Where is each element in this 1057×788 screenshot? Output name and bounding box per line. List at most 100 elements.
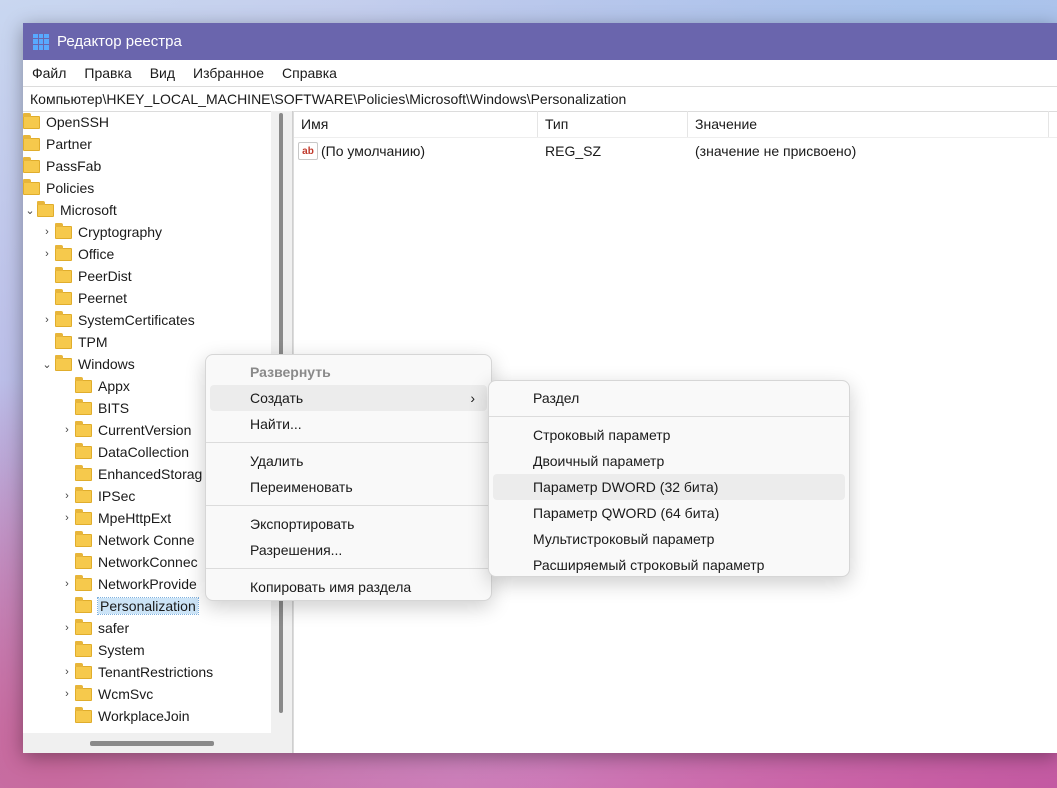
tree-item-tpm[interactable]: TPM	[23, 331, 271, 353]
value-data: (значение не присвоено)	[695, 143, 857, 159]
address-bar[interactable]: Компьютер\HKEY_LOCAL_MACHINE\SOFTWARE\Po…	[23, 86, 1057, 112]
menu-item-copy-key-name[interactable]: Копировать имя раздела	[210, 574, 487, 600]
tree-item-partner[interactable]: Partner	[23, 133, 271, 155]
chevron-right-icon[interactable]: ›	[59, 424, 75, 436]
folder-icon	[75, 464, 92, 481]
string-value-icon: ab	[298, 142, 318, 160]
menu-separator	[206, 505, 491, 506]
folder-icon	[23, 178, 40, 195]
column-header-name[interactable]: Имя	[294, 111, 538, 137]
tree-item-wcmsvc[interactable]: › WcmSvc	[23, 683, 271, 705]
chevron-down-icon[interactable]: ⌄	[23, 204, 37, 217]
folder-icon	[55, 310, 72, 327]
menu-separator	[206, 568, 491, 569]
title-bar: Редактор реестра	[23, 23, 1057, 60]
value-name: (По умолчанию)	[321, 143, 426, 159]
menu-item-find[interactable]: Найти...	[210, 411, 487, 437]
folder-icon	[75, 442, 92, 459]
folder-icon	[23, 156, 40, 173]
tree-item-peernet[interactable]: Peernet	[23, 287, 271, 309]
chevron-right-icon[interactable]: ›	[59, 688, 75, 700]
folder-icon	[23, 134, 40, 151]
submenu-item-expandable-string-value[interactable]: Расширяемый строковый параметр	[493, 552, 845, 578]
folder-icon	[55, 244, 72, 261]
tree-item-tenantrestrictions[interactable]: › TenantRestrictions	[23, 661, 271, 683]
menu-item-delete[interactable]: Удалить	[210, 448, 487, 474]
folder-icon	[75, 596, 92, 613]
submenu-item-multi-string-value[interactable]: Мультистроковый параметр	[493, 526, 845, 552]
folder-icon	[75, 640, 92, 657]
submenu-item-binary-value[interactable]: Двоичный параметр	[493, 448, 845, 474]
folder-icon	[55, 288, 72, 305]
menu-item-new[interactable]: Создать ›	[210, 385, 487, 411]
folder-icon	[55, 332, 72, 349]
column-header-value[interactable]: Значение	[688, 111, 1049, 137]
tree-item-office[interactable]: › Office	[23, 243, 271, 265]
folder-icon	[75, 530, 92, 547]
value-type: REG_SZ	[545, 143, 602, 159]
tree-item-safer[interactable]: › safer	[23, 617, 271, 639]
context-menu: Развернуть Создать › Найти... Удалить Пе…	[205, 354, 492, 601]
folder-icon	[55, 222, 72, 239]
chevron-right-icon: ›	[470, 390, 475, 406]
value-name-cell: ab (По умолчанию)	[294, 142, 538, 160]
folder-icon	[75, 420, 92, 437]
chevron-right-icon[interactable]: ›	[39, 226, 55, 238]
folder-icon	[75, 552, 92, 569]
menu-item-permissions[interactable]: Разрешения...	[210, 537, 487, 563]
chevron-down-icon[interactable]: ⌄	[39, 358, 55, 371]
chevron-right-icon[interactable]: ›	[59, 666, 75, 678]
folder-icon	[75, 398, 92, 415]
folder-icon	[75, 684, 92, 701]
submenu-item-qword-value[interactable]: Параметр QWORD (64 бита)	[493, 500, 845, 526]
folder-icon	[37, 200, 54, 217]
menu-separator	[206, 442, 491, 443]
tree-horizontal-scrollbar[interactable]	[23, 733, 271, 753]
tree-item-system[interactable]: System	[23, 639, 271, 661]
tree-item-openssh[interactable]: OpenSSH	[23, 111, 271, 133]
menu-bar: Файл Правка Вид Избранное Справка	[23, 60, 1057, 86]
folder-icon	[55, 354, 72, 371]
tree-item-passfab[interactable]: PassFab	[23, 155, 271, 177]
menu-separator	[489, 416, 849, 417]
menu-edit[interactable]: Правка	[75, 65, 140, 81]
folder-icon	[23, 112, 40, 129]
menu-item-rename[interactable]: Переименовать	[210, 474, 487, 500]
column-header-type[interactable]: Тип	[538, 111, 688, 137]
folder-icon	[75, 486, 92, 503]
folder-icon	[75, 376, 92, 393]
address-path: Компьютер\HKEY_LOCAL_MACHINE\SOFTWARE\Po…	[30, 91, 627, 107]
tree-item-cryptography[interactable]: › Cryptography	[23, 221, 271, 243]
menu-help[interactable]: Справка	[273, 65, 346, 81]
folder-icon	[75, 706, 92, 723]
tree-item-systemcertificates[interactable]: › SystemCertificates	[23, 309, 271, 331]
chevron-right-icon[interactable]: ›	[39, 248, 55, 260]
menu-file[interactable]: Файл	[23, 65, 75, 81]
folder-icon	[75, 574, 92, 591]
menu-item-new-label: Создать	[250, 390, 304, 406]
window-title: Редактор реестра	[57, 33, 182, 50]
chevron-right-icon[interactable]: ›	[59, 622, 75, 634]
chevron-right-icon[interactable]: ›	[59, 490, 75, 502]
value-row[interactable]: ab (По умолчанию) REG_SZ (значение не пр…	[294, 138, 1057, 164]
menu-favorites[interactable]: Избранное	[184, 65, 273, 81]
tree-item-peerdist[interactable]: PeerDist	[23, 265, 271, 287]
folder-icon	[75, 508, 92, 525]
folder-icon	[75, 618, 92, 635]
tree-item-microsoft[interactable]: ⌄ Microsoft	[23, 199, 271, 221]
menu-item-expand[interactable]: Развернуть	[210, 359, 487, 385]
menu-item-export[interactable]: Экспортировать	[210, 511, 487, 537]
scrollbar-thumb[interactable]	[90, 741, 214, 746]
submenu-item-string-value[interactable]: Строковый параметр	[493, 422, 845, 448]
values-header: Имя Тип Значение	[294, 111, 1057, 138]
submenu-item-key[interactable]: Раздел	[493, 385, 845, 411]
folder-icon	[55, 266, 72, 283]
menu-view[interactable]: Вид	[141, 65, 184, 81]
tree-item-policies[interactable]: Policies	[23, 177, 271, 199]
submenu-item-dword-value[interactable]: Параметр DWORD (32 бита)	[493, 474, 845, 500]
chevron-right-icon[interactable]: ›	[39, 314, 55, 326]
regedit-app-icon	[33, 33, 49, 50]
chevron-right-icon[interactable]: ›	[59, 512, 75, 524]
tree-item-workplacejoin[interactable]: WorkplaceJoin	[23, 705, 271, 727]
chevron-right-icon[interactable]: ›	[59, 578, 75, 590]
